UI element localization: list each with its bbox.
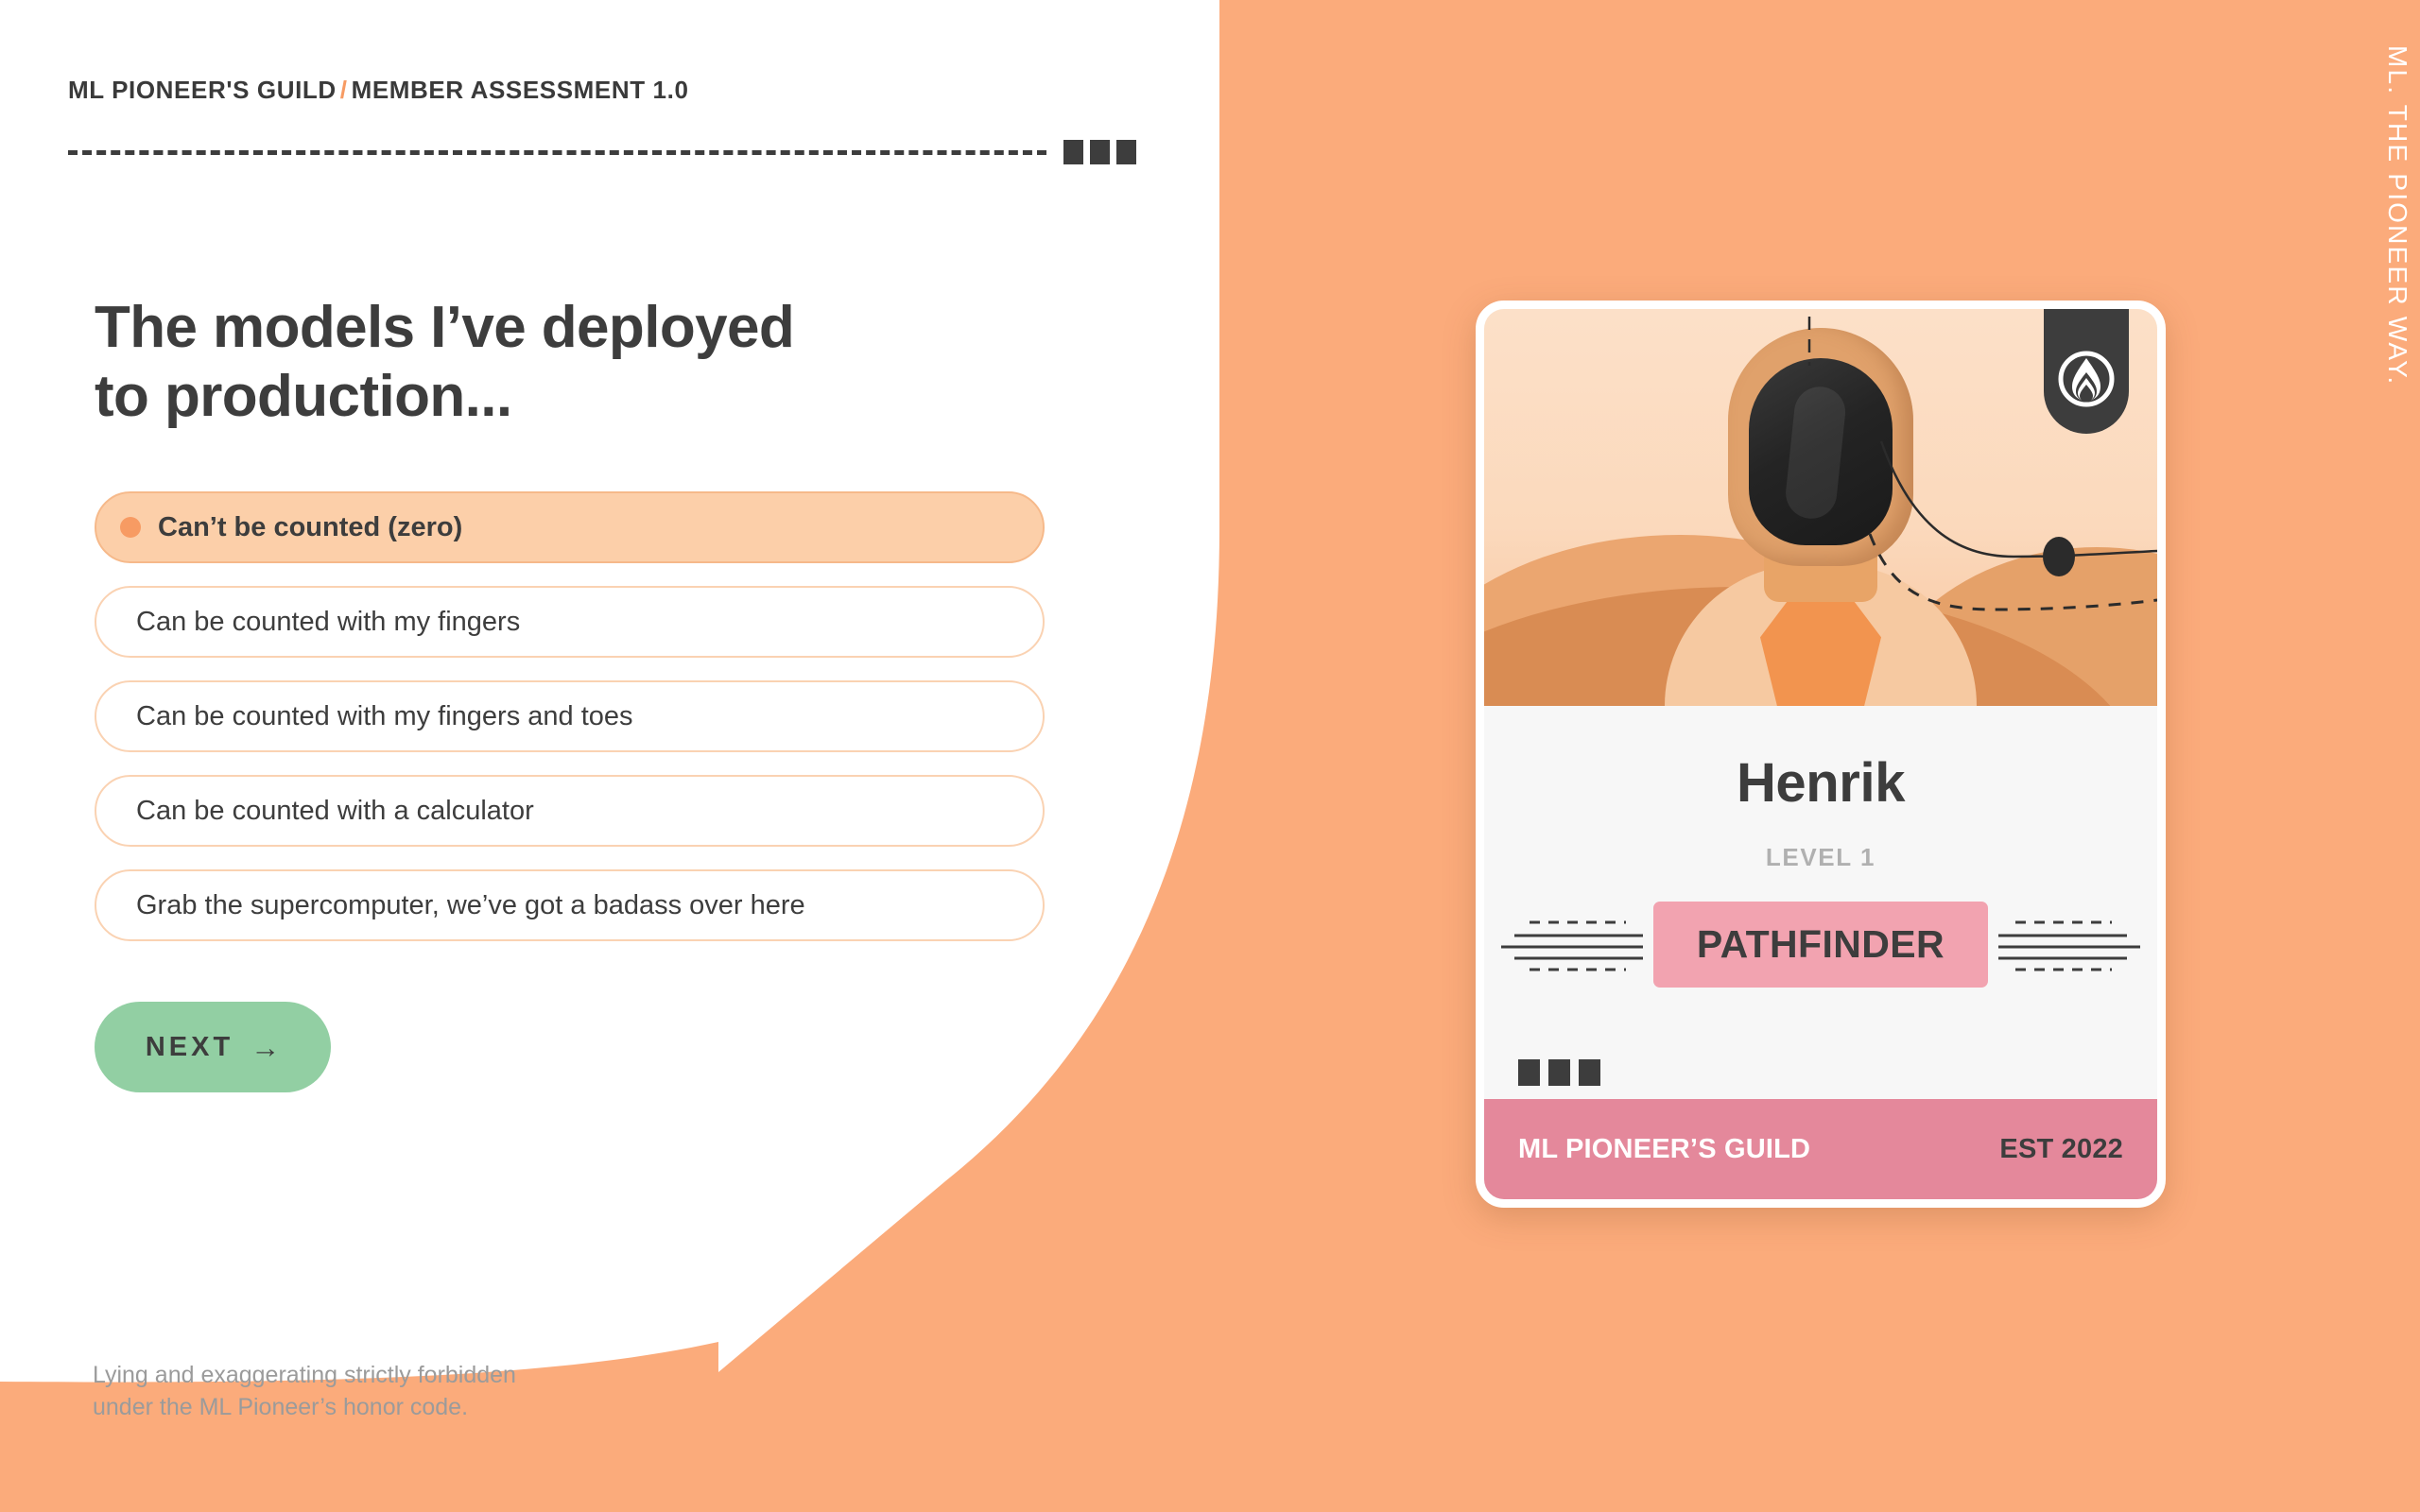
card-footer-established: EST 2022 xyxy=(1999,1133,2123,1164)
selected-dot-icon xyxy=(120,517,141,538)
card-footer-brand: ML PIONEER’S GUILD xyxy=(1518,1133,1811,1164)
dashed-divider xyxy=(68,149,1046,155)
question-title-line-2: to production... xyxy=(95,364,512,430)
progress-square xyxy=(1063,140,1083,164)
option-label: Can’t be counted (zero) xyxy=(158,511,463,542)
option-label: Can be counted with my fingers and toes xyxy=(136,700,633,731)
option-label: Can be counted with my fingers xyxy=(136,606,521,637)
honor-code-note: Lying and exaggerating strictly forbidde… xyxy=(93,1359,679,1423)
guild-flame-crest-icon xyxy=(2058,351,2115,407)
card-marker-square xyxy=(1548,1059,1570,1086)
progress-rule xyxy=(68,140,1136,164)
option-0[interactable]: Can’t be counted (zero) xyxy=(95,491,1045,563)
option-4[interactable]: Grab the supercomputer, we’ve got a bada… xyxy=(95,869,1045,941)
option-1[interactable]: Can be counted with my fingers xyxy=(95,586,1045,658)
progress-squares xyxy=(1063,140,1136,164)
status-badge: PATHFINDER xyxy=(1652,901,1989,988)
breadcrumb-assessment: MEMBER ASSESSMENT 1.0 xyxy=(351,76,689,104)
arrow-right-icon: → xyxy=(251,1030,281,1064)
honor-code-line-1: Lying and exaggerating strictly forbidde… xyxy=(93,1362,516,1388)
orbit-node-dot xyxy=(2043,537,2075,576)
guild-crest-badge xyxy=(2044,309,2129,434)
option-3[interactable]: Can be counted with a calculator xyxy=(95,775,1045,847)
assessment-pane: ML PIONEER'S GUILD / MEMBER ASSESSMENT 1.0… xyxy=(0,0,1219,1512)
card-marker-squares xyxy=(1518,1059,1600,1086)
option-label: Can be counted with a calculator xyxy=(136,795,534,826)
card-marker-square xyxy=(1518,1059,1540,1086)
progress-square xyxy=(1116,140,1136,164)
honor-code-line-2: under the ML Pioneer’s honor code. xyxy=(93,1394,469,1420)
breadcrumb-separator: / xyxy=(339,76,348,104)
member-card: Henrik LEVEL 1 PATHFINDER ML PIONEER’S G… xyxy=(1476,301,2166,1208)
next-button[interactable]: NEXT → xyxy=(95,1002,331,1092)
page-title: The models I’ve deployed to production..… xyxy=(95,293,945,431)
progress-square xyxy=(1090,140,1110,164)
card-marker-square xyxy=(1579,1059,1600,1086)
card-footer: ML PIONEER’S GUILD EST 2022 xyxy=(1484,1099,2157,1199)
option-2[interactable]: Can be counted with my fingers and toes xyxy=(95,680,1045,752)
question-title-line-1: The models I’ve deployed xyxy=(95,295,795,360)
member-level: LEVEL 1 xyxy=(1765,843,1876,871)
option-label: Grab the supercomputer, we’ve got a bada… xyxy=(136,889,805,920)
side-tagline: ML. THE PIONEER WAY. xyxy=(2383,45,2412,387)
rank-decoration-left xyxy=(1501,920,1643,971)
answer-options: Can’t be counted (zero) Can be counted w… xyxy=(95,491,1045,964)
rank-row: PATHFINDER xyxy=(1484,887,2157,1001)
member-name: Henrik xyxy=(1736,752,1906,814)
next-button-label: NEXT xyxy=(145,1031,234,1062)
avatar xyxy=(1484,309,2157,706)
breadcrumb-brand: ML PIONEER'S GUILD xyxy=(68,76,337,104)
breadcrumb: ML PIONEER'S GUILD / MEMBER ASSESSMENT 1.0 xyxy=(68,76,689,105)
rank-decoration-right xyxy=(1998,920,2140,971)
